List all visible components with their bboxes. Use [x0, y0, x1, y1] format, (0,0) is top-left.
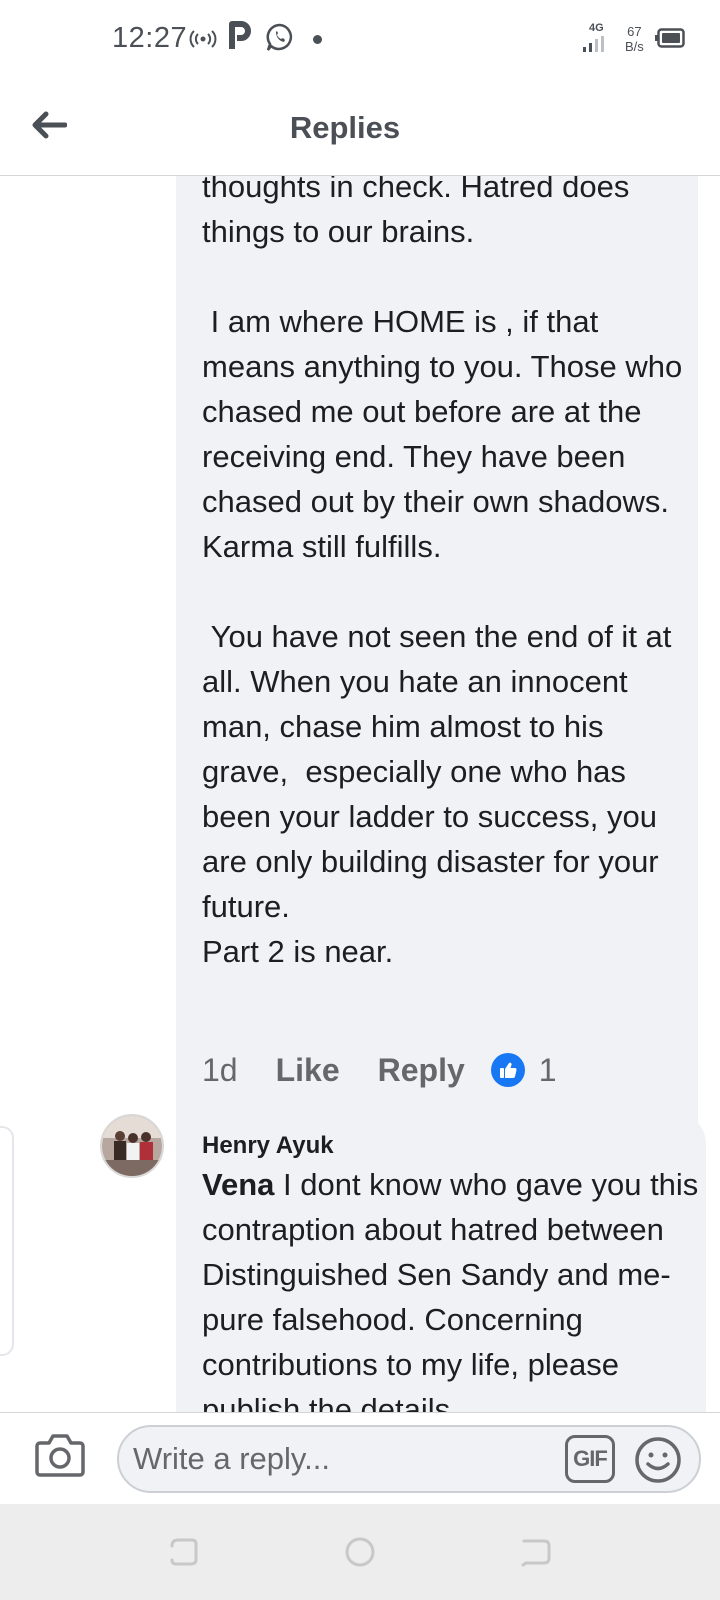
recents-button[interactable] [164, 1532, 204, 1572]
comment-time[interactable]: 1d [202, 1052, 238, 1089]
reply-button[interactable]: Reply [378, 1052, 465, 1089]
reply-field[interactable]: GIF [117, 1425, 701, 1493]
reaction-summary[interactable]: 1 [490, 1051, 557, 1089]
whatsapp-icon [266, 23, 293, 51]
replies-list[interactable]: thoughts in check. Hatred does things to… [0, 176, 720, 1412]
camera-button[interactable] [34, 1431, 86, 1484]
comment-text: Vena I dont know who gave you this contr… [202, 1162, 702, 1412]
reply-composer: GIF [0, 1412, 720, 1504]
network-type: 4G [589, 22, 604, 34]
page-title: Replies [289, 110, 401, 145]
app-header: Replies [0, 82, 720, 176]
side-panel-tab[interactable] [0, 1126, 14, 1356]
p-app-icon [229, 21, 251, 49]
replies-screen: 12:27 4G 67 B/s Replies thoughts in chec… [0, 0, 720, 1600]
battery-icon [655, 28, 685, 48]
comment-bubble-henry[interactable]: Henry Ayuk Vena I dont know who gave you… [176, 1112, 706, 1412]
hotspot-icon [189, 30, 217, 48]
system-nav-bar [0, 1504, 720, 1600]
status-time: 12:27 [112, 22, 188, 54]
avatar-photo [102, 1116, 162, 1176]
reply-input[interactable] [133, 1437, 533, 1481]
like-reaction-icon [490, 1053, 525, 1087]
status-bar: 12:27 4G 67 B/s [0, 0, 720, 82]
speed-value: 67 [627, 24, 642, 39]
reaction-count: 1 [538, 1051, 557, 1088]
emoji-icon [635, 1437, 681, 1483]
camera-icon [35, 1434, 85, 1477]
gif-button[interactable]: GIF [565, 1435, 615, 1483]
comment-body: I dont know who gave you this contraptio… [202, 1167, 707, 1412]
speed-unit: B/s [625, 39, 644, 54]
system-back-button[interactable] [516, 1532, 556, 1572]
comment-actions: 1d Like Reply 1 [202, 1048, 557, 1092]
emoji-button[interactable] [633, 1435, 683, 1485]
mention-link[interactable]: Vena [202, 1167, 274, 1202]
avatar[interactable] [100, 1114, 164, 1178]
like-button[interactable]: Like [276, 1052, 340, 1089]
comment-author[interactable]: Henry Ayuk [202, 1132, 334, 1160]
comment-text: thoughts in check. Hatred does things to… [202, 176, 683, 969]
signal-icon [583, 36, 604, 52]
notification-dot-icon [313, 35, 322, 44]
network-speed: 67 B/s [625, 24, 644, 54]
home-button[interactable] [340, 1532, 380, 1572]
